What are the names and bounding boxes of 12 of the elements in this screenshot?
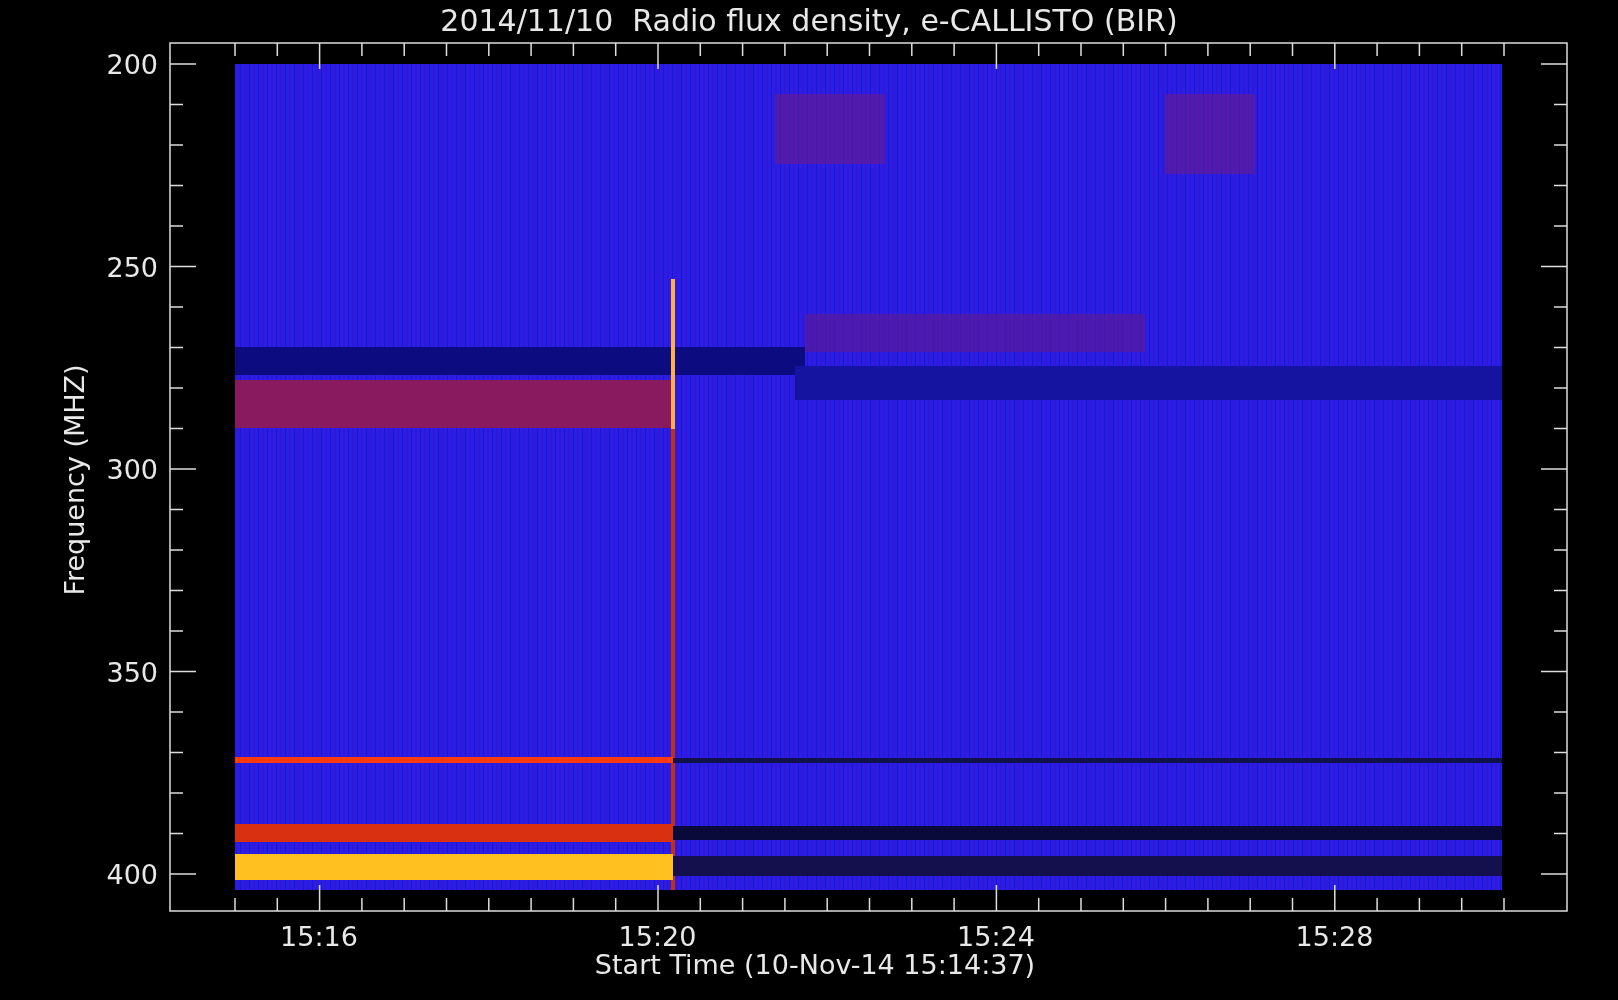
x-tick-label: 15:16 bbox=[280, 921, 358, 952]
y-tick-label: 200 bbox=[106, 49, 158, 80]
chart-title: 2014/11/10 Radio flux density, e-CALLISTO (BIR) bbox=[440, 3, 1178, 38]
x-axis-label: Start Time (10-Nov-14 15:14:37) bbox=[594, 949, 1036, 980]
y-tick-label: 300 bbox=[106, 454, 158, 485]
y-axis-label: Frequency (MHZ) bbox=[59, 364, 90, 596]
x-tick-label: 15:24 bbox=[957, 921, 1035, 952]
y-tick-label: 400 bbox=[106, 859, 158, 890]
x-tick-label: 15:28 bbox=[1295, 921, 1374, 952]
y-tick-label: 250 bbox=[106, 251, 158, 283]
y-tick-label: 350 bbox=[106, 656, 158, 688]
x-tick-label: 15:20 bbox=[618, 921, 697, 952]
